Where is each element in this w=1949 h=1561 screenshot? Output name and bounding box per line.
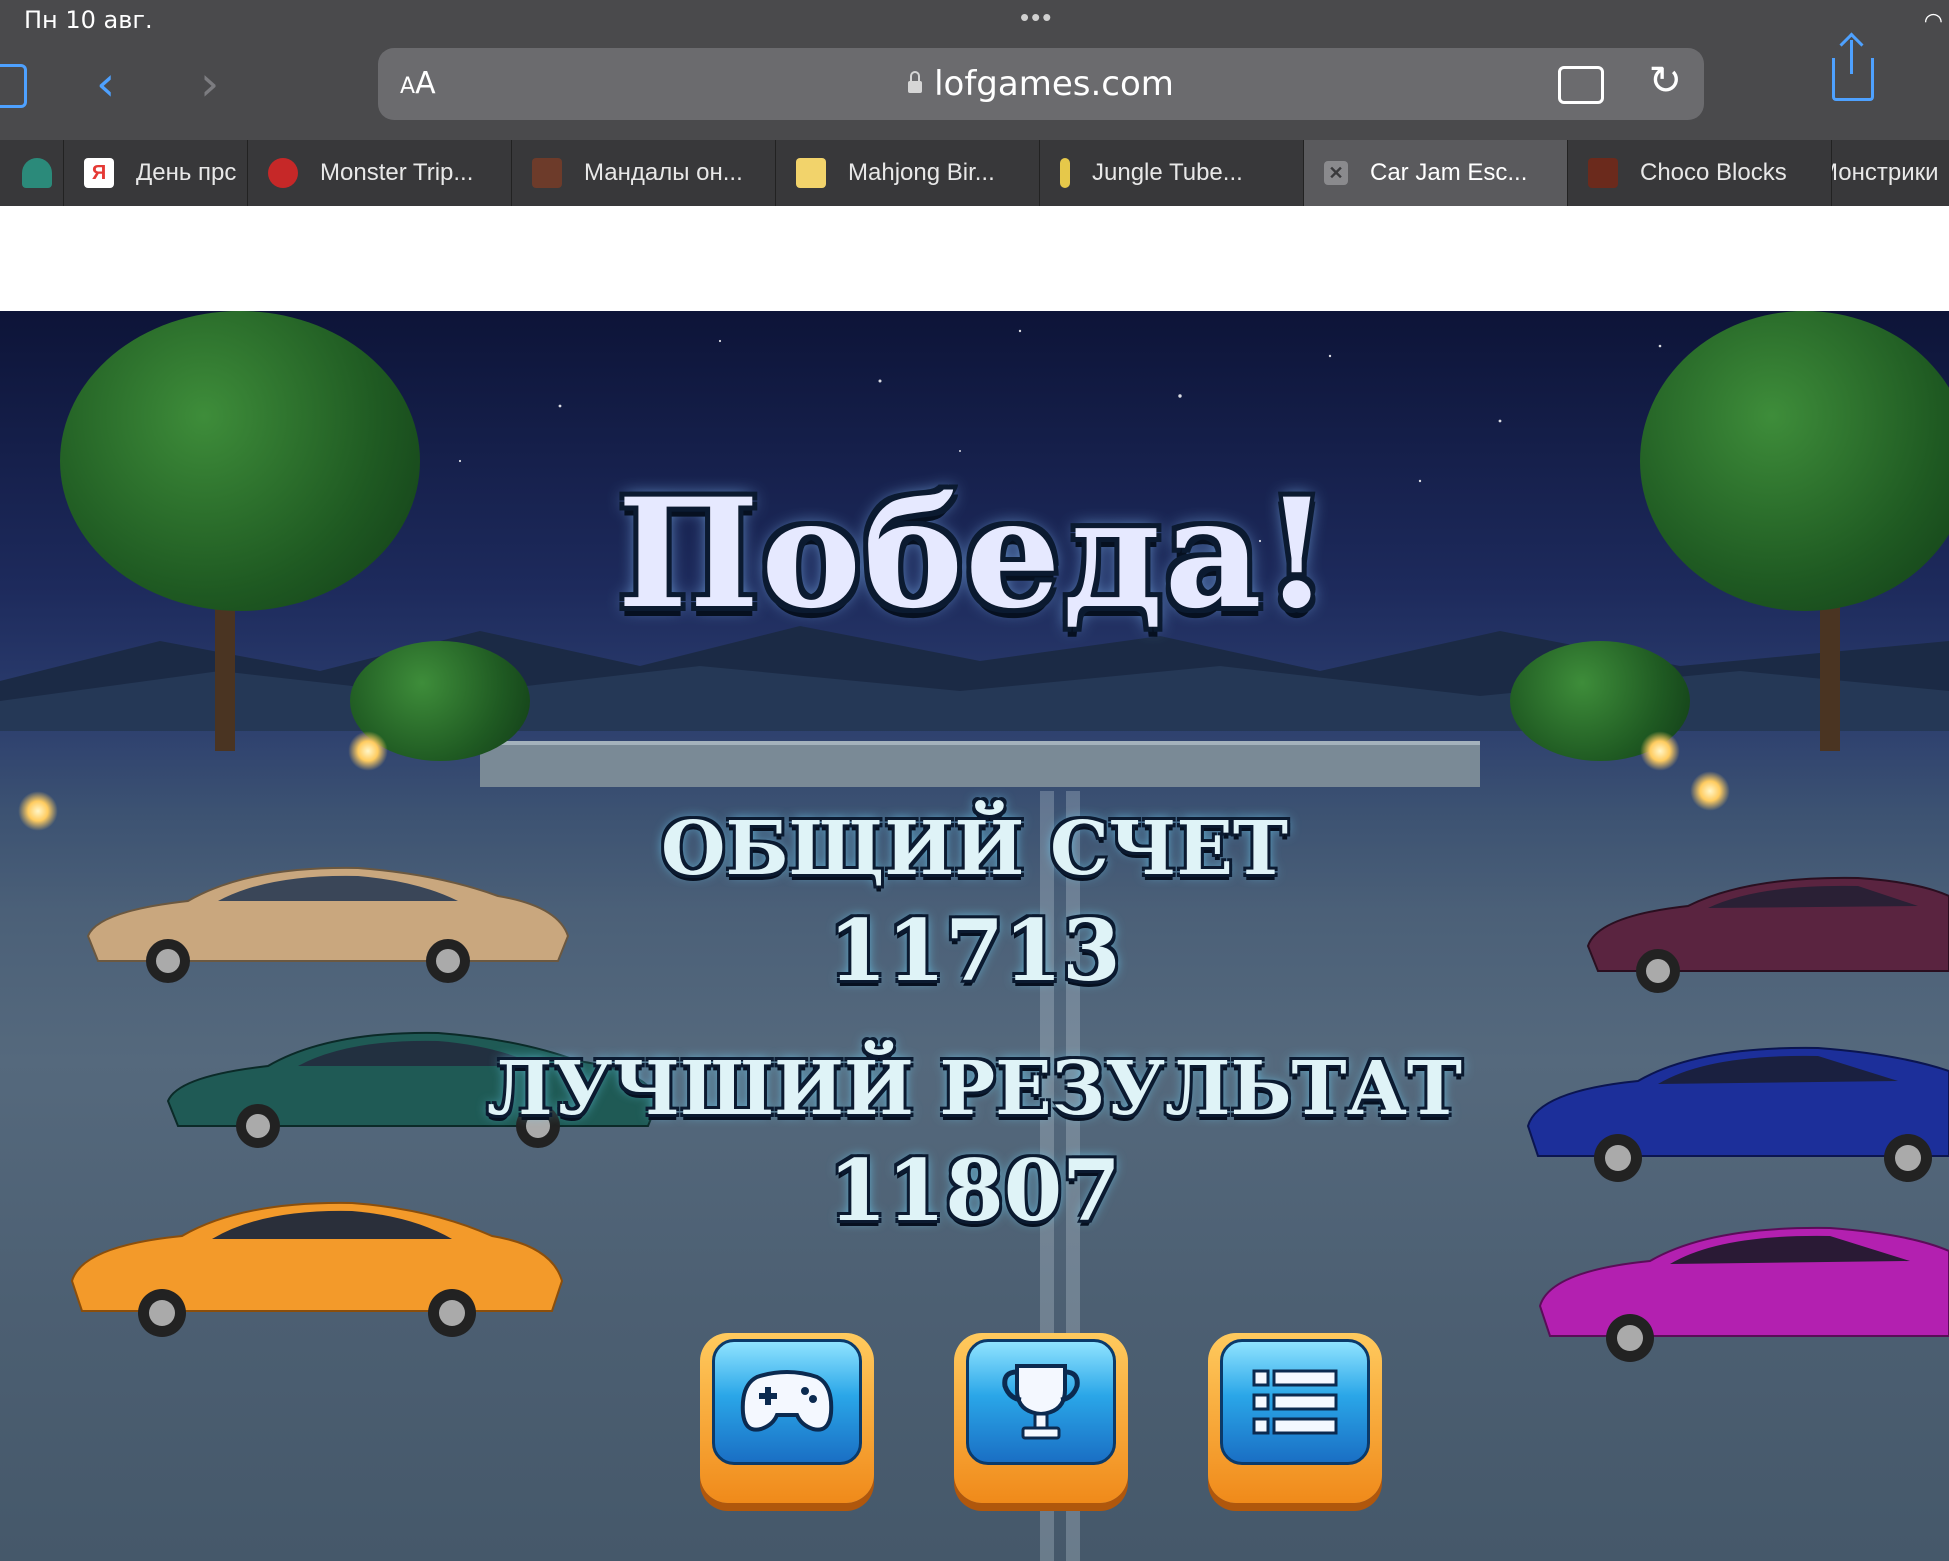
share-button[interactable]	[1832, 40, 1874, 101]
yandex-icon: Я	[84, 158, 114, 188]
list-icon	[1252, 1369, 1338, 1435]
close-icon[interactable]: ✕	[1324, 161, 1348, 185]
address-bar[interactable]: AA lofgames.com ↻	[378, 48, 1704, 120]
parking-wall	[480, 741, 1480, 787]
page-top-spacer	[0, 206, 1949, 311]
lamp-right	[1640, 731, 1680, 771]
total-score-value: 11713	[828, 901, 1121, 1000]
tab-label: Choco Blocks	[1640, 159, 1787, 186]
forward-button[interactable]: ›	[200, 60, 219, 108]
menu-button[interactable]	[1208, 1333, 1382, 1503]
lamp-right	[1690, 771, 1730, 811]
play-again-button[interactable]	[700, 1333, 874, 1503]
monster-icon	[268, 158, 298, 188]
reader-mode-icon[interactable]	[1558, 66, 1604, 104]
best-result-label: ЛУЧШИЙ РЕЗУЛЬТАТ	[487, 1046, 1462, 1132]
back-button[interactable]: ‹	[96, 60, 115, 108]
tab-label: Мандалы он...	[584, 159, 743, 186]
trophy-icon	[1002, 1364, 1080, 1440]
tab-label: Car Jam Esc...	[1370, 159, 1528, 186]
leaderboard-button[interactable]	[954, 1333, 1128, 1503]
tab-6-active[interactable]: ✕ Car Jam Esc...	[1304, 140, 1568, 206]
game-canvas[interactable]: Победа! ОБЩИЙ СЧЕТ 11713 ЛУЧШИЙ РЕЗУЛЬТА…	[0, 311, 1949, 1561]
lock-icon	[908, 71, 923, 93]
cupcake-icon	[22, 158, 52, 188]
status-bar: Пн 10 авг. ••• ◠	[0, 0, 1949, 40]
tab-label: Jungle Tube...	[1092, 159, 1243, 186]
wifi-icon: ◠	[1923, 8, 1943, 33]
tab-label: Монстрики	[1832, 159, 1939, 186]
tab-5[interactable]: Jungle Tube...	[1040, 140, 1304, 206]
tab-label: Mahjong Bir...	[848, 159, 995, 186]
jungle-icon	[1060, 158, 1070, 188]
tab-0[interactable]	[0, 140, 64, 206]
tab-4[interactable]: Mahjong Bir...	[776, 140, 1040, 206]
sidebar-toggle-button[interactable]	[0, 64, 27, 108]
tab-8[interactable]: Монстрики	[1832, 140, 1949, 206]
url-display[interactable]: lofgames.com	[378, 64, 1704, 104]
victory-title: Победа!	[617, 466, 1332, 642]
browser-toolbar: ‹ › AA lofgames.com ↻	[0, 40, 1949, 140]
best-result-value: 11807	[828, 1141, 1121, 1240]
multitasking-dots-icon[interactable]: •••	[1020, 2, 1053, 33]
status-time: Пн 10 авг.	[24, 6, 153, 34]
tab-7[interactable]: Choco Blocks	[1568, 140, 1832, 206]
tab-label: День прс	[136, 159, 237, 186]
gamepad-icon	[740, 1370, 834, 1432]
tab-bar: Я День прс Monster Trip... Мандалы он...…	[0, 140, 1949, 206]
tab-2[interactable]: Monster Trip...	[248, 140, 512, 206]
tab-label: Monster Trip...	[320, 159, 474, 186]
reload-icon[interactable]: ↻	[1648, 58, 1682, 104]
choco-icon	[1588, 158, 1618, 188]
total-score-label: ОБЩИЙ СЧЕТ	[661, 806, 1288, 892]
tab-3[interactable]: Мандалы он...	[512, 140, 776, 206]
mahjong-icon	[796, 158, 826, 188]
tab-1[interactable]: Я День прс	[64, 140, 248, 206]
lamp-left	[348, 731, 388, 771]
mandala-icon	[532, 158, 562, 188]
